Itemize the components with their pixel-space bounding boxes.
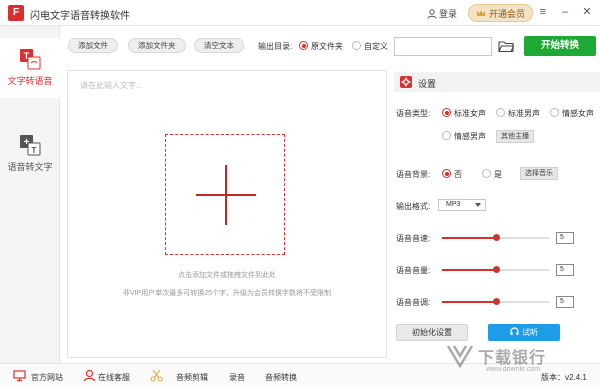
version-label: 版本：v2.4.1 <box>541 373 587 382</box>
more-voices-button[interactable]: 其他主播 <box>496 130 534 143</box>
audio-convert-link[interactable]: 音频转换 <box>265 372 297 383</box>
sidebar-item-text-to-speech[interactable]: T 文字转语音 <box>0 38 60 98</box>
radio-label: 标准男声 <box>508 109 540 118</box>
slider-fill <box>442 269 496 271</box>
title-bar: F 闪电文字语音转换软件 登录 开通会员 ≡ – ✕ <box>0 0 600 26</box>
login-label: 登录 <box>439 9 458 19</box>
support-icon <box>83 369 96 382</box>
user-icon <box>427 8 437 19</box>
pitch-value-input[interactable]: 5 <box>556 296 574 308</box>
radio-label: 情感女声 <box>562 109 594 118</box>
pitch-slider[interactable] <box>442 298 550 305</box>
crown-icon <box>477 9 485 16</box>
sidebar-item-speech-to-text[interactable]: + T 语音转文字 <box>0 124 60 184</box>
text-to-speech-icon: T <box>20 49 41 70</box>
volume-value-input[interactable]: 5 <box>556 264 574 276</box>
reset-settings-button[interactable]: 初始化设置 <box>396 324 468 341</box>
radio-unchecked-icon <box>496 108 505 117</box>
chevron-down-icon <box>475 203 481 207</box>
radio-custom-folder[interactable]: 自定义 <box>352 41 388 52</box>
monitor-icon <box>13 370 26 382</box>
speed-label: 语音音速: <box>396 234 431 243</box>
headphones-icon <box>510 327 519 335</box>
plus-icon-vertical <box>225 165 227 225</box>
output-path-input[interactable] <box>394 37 492 56</box>
radio-label: 原文件夹 <box>311 42 343 51</box>
radio-checked-icon <box>299 41 308 50</box>
sidebar-item-label: 语音转文字 <box>7 162 53 172</box>
close-icon[interactable]: ✕ <box>580 5 594 19</box>
vip-label: 开通会员 <box>489 8 526 19</box>
radio-voice-emotional-female[interactable]: 情感女声 <box>550 108 594 119</box>
radio-unchecked-icon <box>482 169 491 178</box>
app-logo-icon: F <box>8 5 24 21</box>
speed-slider[interactable] <box>442 234 550 241</box>
speech-to-text-icon: + T <box>20 135 41 156</box>
svg-text:T: T <box>32 146 37 155</box>
radio-unchecked-icon <box>352 41 361 50</box>
text-input-area[interactable]: 请在此输入文字... 点击添加文件或拖拽文件到此处 非VIP用户单次最多可转换2… <box>67 70 387 358</box>
minimize-icon[interactable]: – <box>558 5 572 19</box>
slider-fill <box>442 237 496 239</box>
radio-original-folder[interactable]: 原文件夹 <box>299 41 343 52</box>
online-service-link[interactable]: 在线客服 <box>98 372 130 383</box>
format-label: 输出格式: <box>396 202 431 211</box>
radio-background-no[interactable]: 否 <box>442 169 462 180</box>
radio-label: 是 <box>494 170 502 179</box>
radio-unchecked-icon <box>550 108 559 117</box>
slider-thumb[interactable] <box>492 234 500 241</box>
app-title: 闪电文字语音转换软件 <box>30 11 130 22</box>
folder-icon[interactable] <box>498 39 514 53</box>
menu-icon[interactable]: ≡ <box>536 5 550 19</box>
drop-hint: 点击添加文件或拖拽文件到此处 <box>178 272 276 279</box>
settings-header: 设置 <box>394 72 600 92</box>
format-select[interactable]: MP3 <box>438 199 486 211</box>
volume-label: 语音音量: <box>396 266 431 275</box>
output-dir-label: 输出目录: <box>258 42 293 51</box>
radio-label: 自定义 <box>364 42 388 51</box>
clear-text-button[interactable]: 清空文本 <box>194 38 244 53</box>
start-convert-button[interactable]: 开始转换 <box>524 36 596 56</box>
login-button[interactable]: 登录 <box>427 7 457 20</box>
pitch-label: 语音音调: <box>396 298 431 307</box>
volume-slider[interactable] <box>442 266 550 273</box>
background-label: 语音背景: <box>396 170 431 179</box>
radio-label: 情感男声 <box>454 132 486 141</box>
vip-button[interactable]: 开通会员 <box>468 4 534 22</box>
sidebar: T 文字转语音 + T 语音转文字 <box>0 26 60 363</box>
gear-icon <box>400 76 412 88</box>
radio-label: 否 <box>454 170 462 179</box>
format-value: MP3 <box>446 201 461 208</box>
slider-thumb[interactable] <box>492 298 500 305</box>
scissors-icon <box>150 369 163 382</box>
radio-label: 标准女声 <box>454 109 486 118</box>
add-folder-button[interactable]: 添加文件夹 <box>128 38 186 53</box>
slider-fill <box>442 301 496 303</box>
radio-checked-icon <box>442 169 451 178</box>
radio-unchecked-icon <box>442 131 451 140</box>
radio-checked-icon <box>442 108 451 117</box>
listen-label: 试听 <box>522 328 538 337</box>
settings-title: 设置 <box>418 79 437 89</box>
sidebar-item-label: 文字转语音 <box>7 76 53 86</box>
radio-voice-standard-male[interactable]: 标准男声 <box>496 108 540 119</box>
drop-zone[interactable] <box>165 134 285 255</box>
radio-background-yes[interactable]: 是 <box>482 169 502 180</box>
text-placeholder: 请在此输入文字... <box>80 81 143 90</box>
record-link[interactable]: 录音 <box>229 372 245 383</box>
radio-voice-emotional-male[interactable]: 情感男声 <box>442 131 486 142</box>
choose-music-button[interactable]: 选择音乐 <box>520 167 558 180</box>
voice-type-label: 语音类型: <box>396 109 431 118</box>
watermark-url: www.downkr.com <box>486 366 541 373</box>
preview-listen-button[interactable]: 试听 <box>488 324 560 341</box>
add-file-button[interactable]: 添加文件 <box>68 38 118 53</box>
radio-voice-standard-female[interactable]: 标准女声 <box>442 108 486 119</box>
speed-value-input[interactable]: 5 <box>556 232 574 244</box>
website-link[interactable]: 官方网站 <box>31 372 63 383</box>
slider-thumb[interactable] <box>492 266 500 273</box>
audio-edit-link[interactable]: 音频剪辑 <box>176 372 208 383</box>
vip-limit-hint: 非VIP用户单次最多可转换25个字，升级为会员转换字数将不受限制 <box>122 290 332 297</box>
